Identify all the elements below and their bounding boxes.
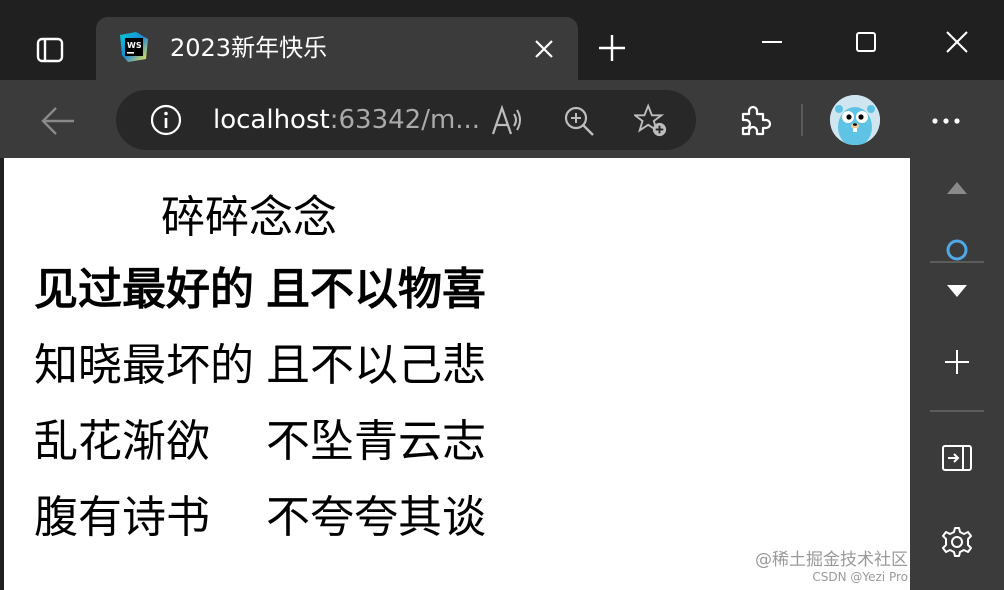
- table-row: 腹有诗书 不夸夸其谈: [34, 480, 486, 556]
- svg-text:WS: WS: [127, 41, 142, 50]
- zoom-in-icon: [564, 106, 594, 136]
- close-icon: [535, 40, 553, 58]
- table-row: 知晓最坏的 且不以己悲: [34, 328, 486, 404]
- back-arrow-icon: [41, 107, 74, 135]
- scroll-down-button[interactable]: [937, 271, 977, 311]
- toolbar-divider: [801, 104, 803, 136]
- minimize-button[interactable]: [752, 22, 792, 62]
- tab-active[interactable]: WS 2023新年快乐: [96, 17, 578, 80]
- browser-window: WS 2023新年快乐 localhost:63342/m... 碎碎念念 见过…: [0, 0, 1004, 590]
- star-add-icon: [634, 103, 667, 137]
- read-aloud-button[interactable]: [490, 104, 524, 138]
- extensions-button[interactable]: [734, 101, 774, 141]
- watermark-line: @稀土掘金技术社区: [755, 550, 908, 570]
- more-icon: [932, 118, 960, 124]
- sidebar-settings-button[interactable]: [937, 522, 977, 562]
- watermark: @稀土掘金技术社区 CSDN @Yezi Pro: [755, 550, 908, 585]
- page-content: 碎碎念念 见过最好的 且不以物喜 知晓最坏的 且不以己悲 乱花渐欲 不坠青云志 …: [4, 158, 910, 590]
- scroll-up-button[interactable]: [937, 168, 977, 208]
- puzzle-icon: [741, 105, 771, 136]
- sidebar-search-button[interactable]: [937, 236, 977, 262]
- table-cell: 不夸夸其谈: [266, 492, 486, 543]
- maximize-button[interactable]: [846, 22, 886, 62]
- table-cell: 不坠青云志: [266, 416, 486, 467]
- address-bar[interactable]: localhost:63342/m...: [116, 90, 696, 150]
- sidebar: [910, 158, 1004, 590]
- table-cell: 乱花渐欲: [34, 416, 210, 467]
- table-caption: 碎碎念念: [161, 192, 337, 243]
- info-icon[interactable]: [150, 104, 182, 136]
- poem-table: 碎碎念念 见过最好的 且不以物喜 知晓最坏的 且不以己悲 乱花渐欲 不坠青云志 …: [34, 184, 486, 556]
- back-button[interactable]: [36, 99, 80, 143]
- table-cell: 且不以己悲: [266, 340, 486, 391]
- read-aloud-icon: [491, 104, 521, 135]
- tab-actions-button[interactable]: [26, 26, 74, 74]
- tab-title: 2023新年快乐: [170, 34, 328, 62]
- plus-icon: [945, 350, 969, 374]
- table-cell: 知晓最坏的: [34, 340, 254, 391]
- url-host: localhost: [213, 105, 330, 135]
- tab-actions-icon: [36, 37, 64, 63]
- sidebar-divider: [930, 261, 984, 263]
- close-window-icon: [946, 31, 968, 53]
- sidebar-divider: [930, 410, 984, 412]
- header-cell: 且不以物喜: [266, 264, 486, 315]
- table-row: 乱花渐欲 不坠青云志: [34, 404, 486, 480]
- search-icon: [946, 239, 968, 261]
- sidebar-add-button[interactable]: [937, 342, 977, 382]
- gopher-avatar-icon: [830, 95, 880, 145]
- triangle-down-icon: [947, 285, 967, 297]
- table-cell: 腹有诗书: [34, 492, 210, 543]
- watermark-line: CSDN @Yezi Pro: [812, 570, 908, 584]
- profile-avatar[interactable]: [830, 95, 880, 145]
- title-bar: WS 2023新年快乐: [0, 0, 1004, 80]
- gear-icon: [942, 527, 972, 557]
- table-header-row: 见过最好的 且不以物喜: [34, 252, 486, 328]
- close-window-button[interactable]: [937, 22, 977, 62]
- webstorm-icon: WS: [120, 32, 148, 62]
- more-menu-button[interactable]: [926, 101, 966, 141]
- triangle-up-icon: [947, 182, 967, 194]
- plus-icon: [599, 35, 625, 61]
- maximize-icon: [856, 32, 876, 52]
- url-text[interactable]: localhost:63342/m...: [213, 104, 480, 136]
- header-cell: 见过最好的: [34, 264, 254, 315]
- zoom-button[interactable]: [562, 104, 596, 138]
- new-tab-button[interactable]: [592, 28, 632, 68]
- toolbar: localhost:63342/m...: [0, 80, 1004, 158]
- tab-close-button[interactable]: [530, 35, 558, 63]
- url-path: :63342/m...: [329, 105, 481, 135]
- add-favorite-button[interactable]: [634, 103, 668, 138]
- split-screen-icon: [942, 445, 972, 471]
- split-screen-button[interactable]: [937, 438, 977, 478]
- minimize-icon: [762, 41, 782, 43]
